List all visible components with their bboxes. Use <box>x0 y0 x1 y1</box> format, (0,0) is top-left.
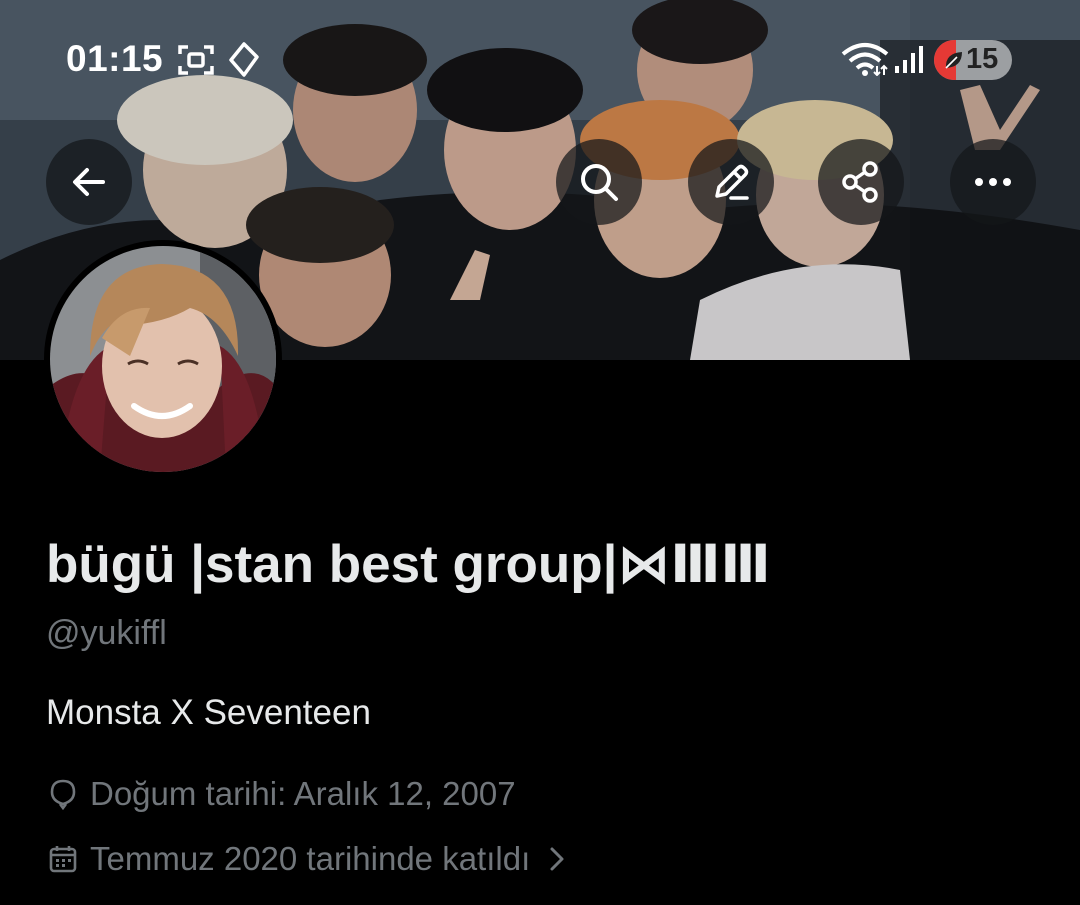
calendar-icon <box>48 843 80 875</box>
edit-button[interactable] <box>688 139 774 225</box>
user-handle: @yukiffl <box>46 614 167 652</box>
status-time: 01:15 <box>66 38 164 79</box>
birthday-row: Doğum tarihi: Aralık 12, 2007 <box>48 772 516 816</box>
arrow-left-icon <box>73 168 105 196</box>
share-icon <box>842 161 878 203</box>
joined-row[interactable]: Temmuz 2020 tarihinde katıldı <box>48 837 566 881</box>
signal-icon <box>894 46 924 79</box>
more-button[interactable] <box>950 139 1036 225</box>
profile-avatar[interactable] <box>44 240 282 478</box>
chevron-right-icon <box>548 845 566 873</box>
balloon-icon <box>48 778 80 810</box>
battery-percent: 15 <box>966 43 999 75</box>
wifi-icon <box>840 42 890 81</box>
status-bar: 01:15 15 <box>0 0 1080 120</box>
edit-icon <box>715 164 749 200</box>
screenshot-icon <box>178 44 214 81</box>
avatar-photo <box>50 246 276 472</box>
birthday-text: Doğum tarihi: Aralık 12, 2007 <box>90 775 516 812</box>
back-button[interactable] <box>46 139 132 225</box>
display-name: bügü |stan best group|⋈ⅢⅢ <box>46 535 771 594</box>
search-icon <box>581 164 618 201</box>
tag-icon <box>228 42 260 83</box>
battery-icon: 15 <box>934 40 1012 80</box>
more-icon <box>975 178 1011 186</box>
search-button[interactable] <box>556 139 642 225</box>
share-button[interactable] <box>818 139 904 225</box>
joined-text: Temmuz 2020 tarihinde katıldı <box>90 840 531 877</box>
profile-bio: Monsta X Seventeen <box>46 693 371 732</box>
